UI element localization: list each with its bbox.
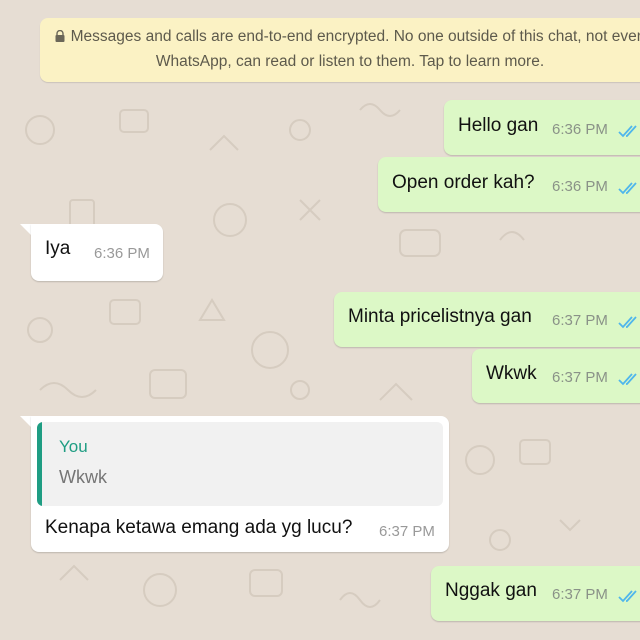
message-text: Kenapa ketawa emang ada yg lucu?	[45, 517, 353, 538]
lock-icon	[55, 30, 65, 42]
read-receipt-icon	[618, 316, 637, 329]
encryption-notice-line2: WhatsApp, can read or listen to them. Ta…	[155, 53, 545, 70]
message-bubble-outgoing[interactable]: Minta pricelistnya gan 6:37 PM	[334, 292, 640, 347]
encryption-notice-line1: Messages and calls are end-to-end encryp…	[40, 24, 640, 49]
message-text: Wkwk	[486, 363, 537, 384]
message-time: 6:36 PM	[94, 245, 150, 262]
message-text: Iya	[45, 238, 71, 259]
message-time: 6:36 PM	[552, 178, 608, 195]
message-time: 6:37 PM	[552, 586, 608, 603]
read-receipt-icon	[618, 373, 637, 386]
message-bubble-outgoing[interactable]: Wkwk 6:37 PM	[472, 349, 640, 403]
quoted-message[interactable]: You Wkwk	[37, 422, 443, 506]
message-text: Hello gan	[458, 115, 539, 136]
message-time: 6:37 PM	[552, 312, 608, 329]
message-time: 6:36 PM	[552, 121, 608, 138]
message-bubble-outgoing[interactable]: Nggak gan 6:37 PM	[431, 566, 640, 621]
message-text: Nggak gan	[445, 580, 537, 601]
message-text: Open order kah?	[392, 172, 535, 193]
message-time: 6:37 PM	[379, 523, 435, 540]
read-receipt-icon	[618, 590, 637, 603]
quoted-text: Wkwk	[59, 467, 107, 487]
message-text: Minta pricelistnya gan	[348, 306, 532, 327]
quote-accent-bar	[37, 422, 42, 506]
message-time: 6:37 PM	[552, 369, 608, 386]
encryption-notice[interactable]: Messages and calls are end-to-end encryp…	[40, 18, 640, 82]
message-bubble-incoming[interactable]: You Wkwk Kenapa ketawa emang ada yg lucu…	[31, 416, 449, 552]
encryption-notice-text-1: Messages and calls are end-to-end encryp…	[70, 28, 640, 45]
message-bubble-incoming[interactable]: Iya 6:36 PM	[31, 224, 163, 281]
message-bubble-outgoing[interactable]: Hello gan 6:36 PM	[444, 100, 640, 155]
read-receipt-icon	[618, 125, 637, 138]
quoted-author: You	[59, 437, 88, 456]
read-receipt-icon	[618, 182, 637, 195]
message-bubble-outgoing[interactable]: Open order kah? 6:36 PM	[378, 157, 640, 212]
